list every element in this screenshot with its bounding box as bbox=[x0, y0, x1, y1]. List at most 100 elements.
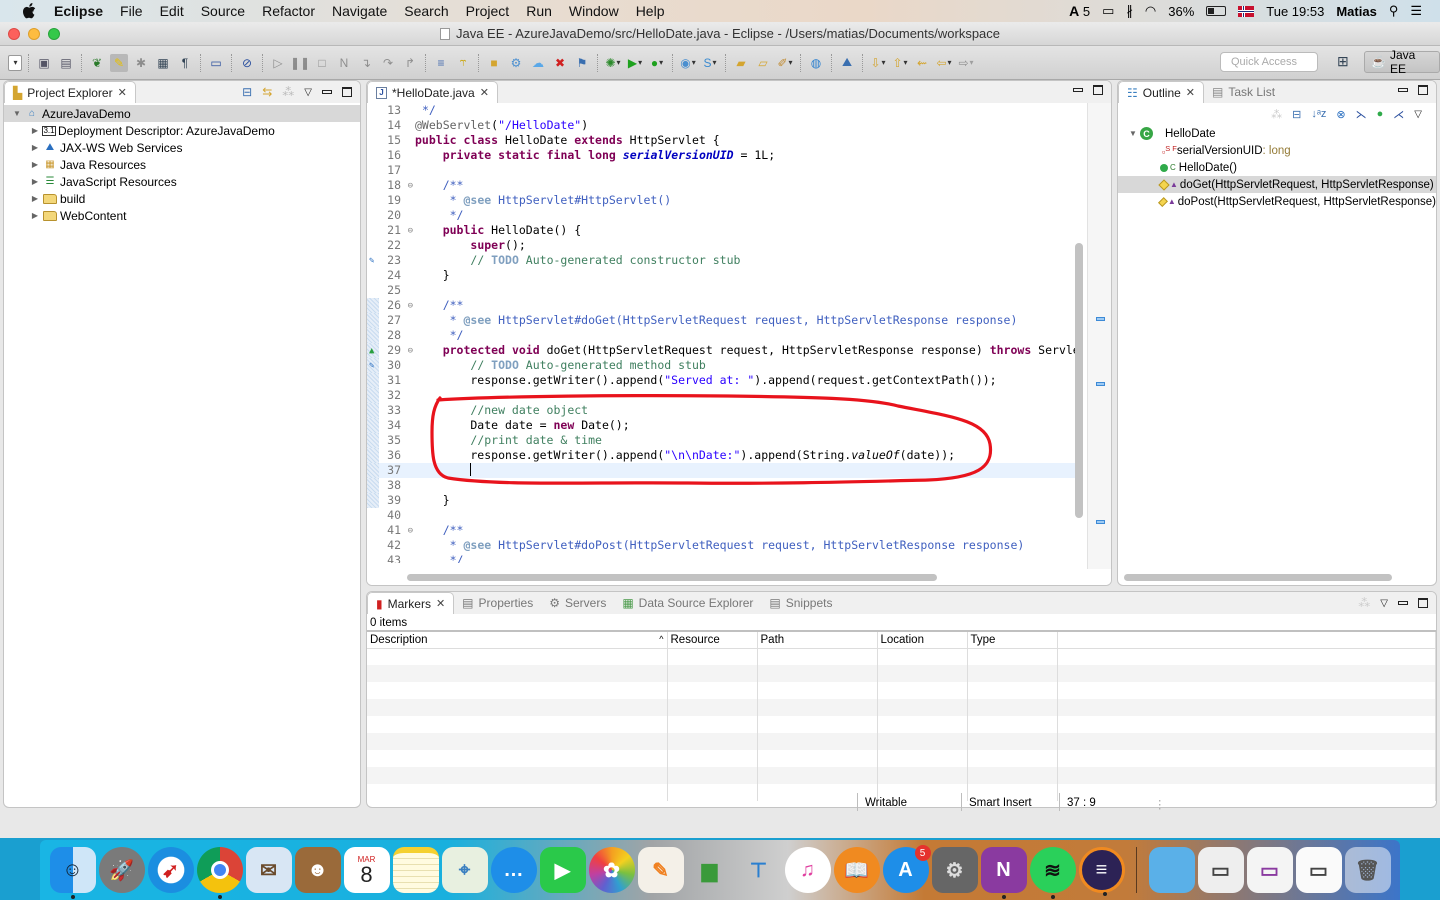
line-number[interactable]: 32 bbox=[367, 388, 403, 403]
code-line[interactable]: 17 bbox=[367, 163, 1083, 178]
perspective-java-ee-button[interactable]: ☕ Java EE bbox=[1364, 48, 1440, 76]
line-number[interactable]: 35 bbox=[367, 433, 403, 448]
dock-notes[interactable] bbox=[392, 847, 439, 893]
hide-non-public-icon[interactable]: ● bbox=[1377, 108, 1384, 120]
save-all-icon[interactable]: ▤ bbox=[57, 54, 75, 72]
input-source-flag-icon[interactable] bbox=[1238, 5, 1255, 17]
battery-icon[interactable] bbox=[1206, 6, 1227, 16]
code-line[interactable]: 36 response.getWriter().append("\n\nDate… bbox=[367, 448, 1083, 463]
notification-center-icon[interactable]: ☰ bbox=[1410, 3, 1422, 19]
dock-contacts[interactable]: ☻ bbox=[294, 847, 341, 893]
expand-twisty-icon[interactable]: ▼ bbox=[1128, 129, 1138, 138]
line-number[interactable]: 36 bbox=[367, 448, 403, 463]
tab-snippets[interactable]: ▤ Snippets bbox=[761, 592, 840, 614]
line-number[interactable]: 26 ⊖ bbox=[367, 298, 413, 313]
dock-app-store[interactable]: A5 bbox=[882, 845, 931, 893]
code-line[interactable]: 29 ⊖ ▲ protected void doGet(HttpServletReq… bbox=[367, 343, 1083, 358]
tab-properties[interactable]: ▤ Properties bbox=[454, 592, 541, 614]
menu-search[interactable]: Search bbox=[404, 3, 448, 19]
bluetooth-icon[interactable]: ∦ bbox=[1126, 3, 1133, 19]
overview-task-marker[interactable] bbox=[1096, 520, 1105, 524]
open-type-icon[interactable]: ❦ bbox=[88, 54, 106, 72]
overview-task-marker[interactable] bbox=[1096, 382, 1105, 386]
open-folder-icon[interactable]: ▱ bbox=[754, 54, 772, 72]
fold-toggle-icon[interactable]: ⊖ bbox=[408, 224, 413, 239]
collapse-twisty-icon[interactable]: ▶ bbox=[30, 160, 40, 169]
line-number[interactable]: 38 bbox=[367, 478, 403, 493]
step-over-icon[interactable]: ↷ bbox=[379, 54, 397, 72]
code-line[interactable]: 30 ✎ // TODO Auto-generated method stub bbox=[367, 358, 1083, 373]
horizontal-scrollbar-thumb[interactable] bbox=[1124, 574, 1392, 581]
window-zoom-button[interactable] bbox=[48, 27, 60, 40]
new-wizard-icon[interactable] bbox=[8, 54, 22, 71]
overview-ruler[interactable] bbox=[1087, 103, 1111, 569]
link-with-editor-icon[interactable]: ⇆ bbox=[262, 85, 272, 99]
next-annotation-icon[interactable]: ⇩ bbox=[869, 54, 887, 72]
dock-trash[interactable]: 🗑 bbox=[1344, 847, 1391, 893]
fold-toggle-icon[interactable]: ⊖ bbox=[408, 299, 413, 314]
filters-icon[interactable]: ⁂ bbox=[282, 85, 294, 99]
dock-downloads-folder[interactable] bbox=[1148, 847, 1195, 893]
view-menu-icon[interactable]: ▽ bbox=[1380, 598, 1388, 609]
toggle-block-selection-icon[interactable]: ▦ bbox=[154, 54, 172, 72]
dock-mail[interactable]: ✉ bbox=[245, 847, 292, 893]
status-cursor-position[interactable]: 37 : 9 bbox=[1067, 797, 1096, 809]
code-line[interactable]: 23 ✎ // TODO Auto-generated constructor s… bbox=[367, 253, 1083, 268]
collapse-all-icon[interactable]: ⊟ bbox=[242, 85, 252, 99]
menu-source[interactable]: Source bbox=[201, 3, 245, 19]
code-line[interactable]: 41 ⊖ /** bbox=[367, 523, 1083, 538]
code-line[interactable]: 25 bbox=[367, 283, 1083, 298]
menu-window[interactable]: Window bbox=[569, 3, 619, 19]
tree-item-java-resources[interactable]: ▶ ▦ Java Resources bbox=[4, 156, 360, 173]
line-number[interactable]: 18 ⊖ bbox=[367, 178, 413, 193]
focus-icon[interactable]: ⁂ bbox=[1271, 108, 1282, 121]
collapse-twisty-icon[interactable]: ▶ bbox=[30, 194, 40, 203]
terminate-icon[interactable]: □ bbox=[313, 54, 331, 72]
outline-member[interactable]: ▫S F serialVersionUID : long bbox=[1118, 142, 1436, 159]
skip-breakpoints-icon[interactable]: ⊘ bbox=[238, 54, 256, 72]
vertical-scrollbar-thumb[interactable] bbox=[1075, 243, 1083, 518]
view-menu-icon[interactable]: ▽ bbox=[1414, 109, 1422, 120]
code-line[interactable]: 13 */ bbox=[367, 103, 1083, 118]
code-line[interactable]: 20 */ bbox=[367, 208, 1083, 223]
line-number[interactable]: 17 bbox=[367, 163, 403, 178]
code-line[interactable]: 22 super(); bbox=[367, 238, 1083, 253]
tab-servers[interactable]: ⚙ Servers bbox=[541, 592, 614, 614]
open-perspective-icon[interactable]: ⊞ bbox=[1337, 53, 1349, 70]
line-number[interactable]: 30 ✎ bbox=[367, 358, 403, 373]
collapse-twisty-icon[interactable]: ▶ bbox=[30, 177, 40, 186]
maximize-icon[interactable] bbox=[1418, 85, 1428, 95]
dock-finder[interactable]: ☺ bbox=[49, 847, 96, 899]
line-number[interactable]: 24 bbox=[367, 268, 403, 283]
code-line[interactable]: 18 ⊖ /** bbox=[367, 178, 1083, 193]
publish-icon[interactable]: ⚙ bbox=[507, 54, 525, 72]
line-number[interactable]: 28 bbox=[367, 328, 403, 343]
dock-messages[interactable]: … bbox=[490, 847, 537, 893]
code-line[interactable]: 40 bbox=[367, 508, 1083, 523]
spotlight-search-icon[interactable]: ⚲ bbox=[1389, 3, 1399, 19]
line-number[interactable]: 33 bbox=[367, 403, 403, 418]
hide-static-icon[interactable]: ⋋ bbox=[1356, 108, 1367, 121]
line-number[interactable]: 23 ✎ bbox=[367, 253, 403, 268]
window-minimize-button[interactable] bbox=[28, 27, 40, 40]
code-line[interactable]: 37 bbox=[367, 463, 1083, 478]
code-line[interactable]: 27 * @see HttpServlet#doGet(HttpServletR… bbox=[367, 313, 1083, 328]
outline-member[interactable]: ▲ doGet(HttpServletRequest, HttpServletR… bbox=[1118, 176, 1436, 193]
line-number[interactable]: 13 bbox=[367, 103, 403, 118]
status-drag-handle[interactable]: ⋮ bbox=[1154, 797, 1166, 811]
task-marker-icon[interactable]: ✎ bbox=[369, 254, 374, 269]
line-number[interactable]: 20 bbox=[367, 208, 403, 223]
code-line[interactable]: 14 @WebServlet("/HelloDate") bbox=[367, 118, 1083, 133]
dock-minimized-onenote-window[interactable]: ▭ bbox=[1246, 847, 1293, 893]
code-line[interactable]: 19 * @see HttpServlet#HttpServlet() bbox=[367, 193, 1083, 208]
code-line[interactable]: 16 private static final long serialVersi… bbox=[367, 148, 1083, 163]
line-number[interactable]: 41 ⊖ bbox=[367, 523, 413, 538]
fold-toggle-icon[interactable]: ⊖ bbox=[408, 344, 413, 359]
hide-local-types-icon[interactable]: ⋌ bbox=[1393, 108, 1404, 121]
code-line[interactable]: 31 response.getWriter().append("Served a… bbox=[367, 373, 1083, 388]
open-web-browser-icon[interactable]: ◍ bbox=[807, 54, 825, 72]
collapse-all-icon[interactable]: ⊟ bbox=[1292, 108, 1301, 121]
collapse-twisty-icon[interactable]: ▶ bbox=[30, 211, 40, 220]
line-number[interactable]: 21 ⊖ bbox=[367, 223, 413, 238]
dock-facetime[interactable]: ▶ bbox=[539, 847, 586, 893]
